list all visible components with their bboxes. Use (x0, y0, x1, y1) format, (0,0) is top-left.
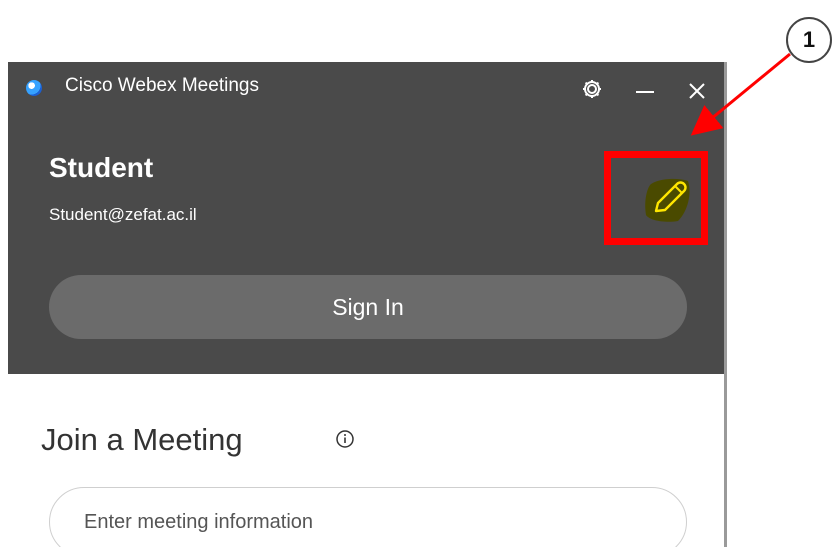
close-icon (689, 83, 705, 99)
minimize-icon (636, 91, 654, 93)
info-icon[interactable] (335, 429, 355, 449)
minimize-button[interactable] (628, 72, 662, 106)
webex-window: Cisco Webex Meetings Student Student@zef… (8, 62, 724, 547)
info-icon-graphic (336, 430, 354, 448)
pencil-icon (645, 178, 690, 222)
profile-header: Cisco Webex Meetings Student Student@zef… (8, 62, 724, 374)
app-title: Cisco Webex Meetings (65, 75, 259, 96)
close-button[interactable] (680, 72, 714, 106)
sign-in-button[interactable]: Sign In (49, 275, 687, 339)
join-meeting-title: Join a Meeting (41, 422, 243, 457)
webex-logo-icon (26, 80, 42, 96)
gear-icon (583, 80, 601, 98)
meeting-info-input[interactable] (49, 487, 687, 547)
edit-profile-button[interactable] (644, 177, 692, 223)
user-name: Student (49, 152, 154, 183)
window-border (724, 62, 727, 547)
annotation-number-badge: 1 (786, 17, 832, 63)
user-email: Student@zefat.ac.il (49, 205, 197, 224)
settings-button[interactable] (575, 72, 609, 106)
title-bar: Cisco Webex Meetings (8, 62, 724, 118)
